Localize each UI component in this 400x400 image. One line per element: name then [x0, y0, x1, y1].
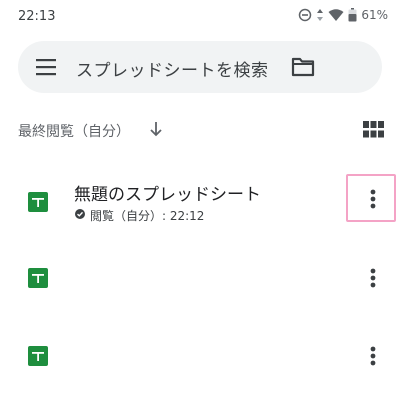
list-item[interactable]	[0, 320, 400, 392]
do-not-disturb-icon	[298, 8, 312, 22]
list-item[interactable]	[0, 240, 400, 312]
battery-level: 61%	[361, 8, 388, 22]
more-options-button[interactable]	[363, 266, 383, 290]
sort-label[interactable]: 最終閲覧（自分）	[18, 121, 130, 141]
menu-icon[interactable]	[36, 58, 58, 76]
status-icons: 61%	[298, 8, 388, 22]
spreadsheet-icon	[28, 268, 48, 288]
file-meta-text: 閲覧（自分）: 22:12	[90, 209, 205, 223]
search-input[interactable]: スプレッドシートを検索	[76, 56, 269, 81]
more-vert-icon	[370, 346, 376, 366]
more-vert-icon	[370, 268, 376, 288]
search-bar[interactable]: スプレッドシートを検索	[18, 41, 382, 93]
folder-icon[interactable]	[291, 57, 315, 77]
file-title[interactable]: 無題のスプレッドシート	[74, 180, 261, 205]
more-options-button[interactable]	[346, 174, 396, 222]
arrow-down-icon[interactable]	[149, 121, 163, 137]
status-bar: 22:13 61%	[0, 0, 400, 34]
wifi-icon	[328, 8, 344, 22]
check-circle-icon	[74, 208, 86, 223]
status-time: 22:13	[18, 9, 56, 24]
spreadsheet-icon	[28, 192, 48, 212]
spreadsheet-icon	[28, 346, 48, 366]
data-arrows-icon	[316, 8, 324, 22]
file-meta: 閲覧（自分）: 22:12	[74, 207, 204, 224]
more-vert-icon	[370, 189, 376, 209]
battery-icon	[348, 8, 357, 22]
grid-view-icon[interactable]	[363, 121, 384, 138]
more-options-button[interactable]	[363, 344, 383, 368]
